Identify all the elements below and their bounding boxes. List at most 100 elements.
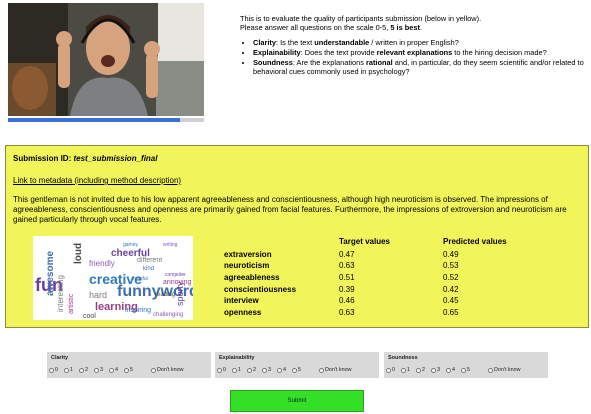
rating-option-2[interactable]: 2	[416, 367, 425, 373]
rating-options: 0 1 2 3 4 5 Don't know	[49, 367, 190, 373]
word-cloud-word: friendly	[89, 259, 115, 268]
trait-name: agreeableness	[224, 273, 280, 283]
rating-panel-soundness: Soundness 0 1 2 3 4 5 Don't know	[384, 352, 548, 378]
trait-name: interview	[224, 296, 259, 306]
word-cloud-word: helpful	[133, 276, 148, 282]
target-value: 0.46	[339, 296, 355, 306]
target-value: 0.51	[339, 273, 355, 283]
radio-icon[interactable]	[109, 367, 114, 373]
predicted-value: 0.49	[443, 249, 459, 259]
trait-values-table: Target values Predicted values extravers…	[224, 237, 507, 319]
rating-option-4[interactable]: 4	[109, 367, 118, 373]
trait-name: neuroticism	[224, 261, 270, 271]
radio-icon[interactable]	[64, 367, 69, 373]
radio-icon[interactable]	[319, 367, 324, 373]
word-cloud-word: interesting	[56, 275, 65, 312]
rating-option-1[interactable]: 1	[401, 367, 410, 373]
rating-option-5[interactable]: 5	[461, 367, 470, 373]
rating-option-3[interactable]: 3	[262, 367, 271, 373]
metadata-link[interactable]: Link to metadata (including method descr…	[13, 176, 181, 186]
rating-option-dont-know[interactable]: Don't know	[319, 367, 352, 373]
predicted-value: 0.45	[443, 296, 459, 306]
criterion-clarity: Clarity: Is the text understandable / wr…	[253, 38, 585, 47]
rating-option-3[interactable]: 3	[431, 367, 440, 373]
rating-option-1[interactable]: 1	[64, 367, 73, 373]
submission-panel: Submission ID: test_submission_final Lin…	[5, 145, 589, 328]
video-progress-bar[interactable]	[8, 118, 204, 122]
target-value: 0.39	[339, 284, 355, 294]
rating-option-5[interactable]: 5	[292, 367, 301, 373]
word-cloud-word: hard	[89, 290, 107, 300]
radio-icon[interactable]	[217, 367, 222, 373]
radio-icon[interactable]	[94, 367, 99, 373]
radio-icon[interactable]	[79, 367, 84, 373]
rating-option-0[interactable]: 0	[386, 367, 395, 373]
rating-option-0[interactable]: 0	[217, 367, 226, 373]
submission-id: Submission ID: test_submission_final	[13, 154, 158, 163]
video-progress-fill	[8, 118, 181, 122]
video-player[interactable]	[8, 3, 204, 116]
radio-icon[interactable]	[416, 367, 421, 373]
rating-option-2[interactable]: 2	[247, 367, 256, 373]
target-value: 0.63	[339, 261, 355, 271]
criterion-explainability: Explainability: Does the text provide re…	[253, 48, 585, 57]
rating-panel-clarity: Clarity 0 1 2 3 4 5 Don't know	[47, 352, 211, 378]
rating-option-2[interactable]: 2	[79, 367, 88, 373]
trait-row: agreeableness 0.51 0.52	[224, 272, 507, 284]
word-cloud-word: gamey	[123, 242, 139, 248]
radio-icon[interactable]	[277, 367, 282, 373]
rating-option-dont-know[interactable]: Don't know	[488, 367, 521, 373]
word-cloud-svg: funawesome interesting artisticloudcreativ…	[35, 242, 199, 320]
radio-icon[interactable]	[488, 367, 493, 373]
trait-name: conscientiousness	[224, 284, 297, 294]
word-cloud-word: inspiring	[125, 307, 151, 314]
rating-option-dont-know[interactable]: Don't know	[151, 367, 184, 373]
trait-row: conscientiousness 0.39 0.42	[224, 284, 507, 296]
submit-button[interactable]: Submit	[230, 390, 364, 412]
rating-option-3[interactable]: 3	[94, 367, 103, 373]
rating-option-0[interactable]: 0	[49, 367, 58, 373]
trait-name: openness	[224, 307, 262, 317]
radio-icon[interactable]	[49, 367, 54, 373]
video-frame-image	[8, 3, 204, 116]
rating-option-5[interactable]: 5	[124, 367, 133, 373]
radio-icon[interactable]	[401, 367, 406, 373]
rating-option-4[interactable]: 4	[277, 367, 286, 373]
rating-panel-explainability: Explainability 0 1 2 3 4 5 Don't know	[215, 352, 379, 378]
criteria-list: Clarity: Is the text understandable / wr…	[240, 38, 585, 77]
intro-line-2: Please answer all questions on the scale…	[240, 23, 423, 33]
radio-icon[interactable]	[151, 367, 156, 373]
radio-icon[interactable]	[232, 367, 237, 373]
predicted-value: 0.42	[443, 284, 459, 294]
word-cloud-word: loud	[73, 243, 84, 264]
trait-row: openness 0.63 0.65	[224, 307, 507, 319]
radio-icon[interactable]	[247, 367, 252, 373]
submission-explanation: This gentleman is not invited due to his…	[13, 195, 567, 224]
predicted-value: 0.52	[443, 273, 459, 283]
radio-icon[interactable]	[446, 367, 451, 373]
rating-options: 0 1 2 3 4 5 Don't know	[217, 367, 358, 373]
rating-options: 0 1 2 3 4 5 Don't know	[386, 367, 527, 373]
word-cloud-word: writing	[163, 242, 178, 248]
word-cloud-word: challenging	[153, 312, 183, 318]
radio-icon[interactable]	[461, 367, 466, 373]
predicted-value: 0.65	[443, 307, 459, 317]
word-cloud-word: cool	[83, 313, 96, 320]
criterion-soundness: Soundness: Are the explanations rational…	[253, 58, 585, 77]
word-cloud-word: computer	[165, 272, 186, 278]
rating-option-4[interactable]: 4	[446, 367, 455, 373]
word-cloud-word: artistic	[68, 293, 75, 314]
radio-icon[interactable]	[431, 367, 436, 373]
word-cloud-image: fun awesome interesting artistic loud creativ…	[33, 236, 199, 320]
radio-icon[interactable]	[262, 367, 267, 373]
rating-title: Explainability	[219, 355, 255, 361]
target-value: 0.47	[339, 249, 355, 259]
radio-icon[interactable]	[292, 367, 297, 373]
radio-icon[interactable]	[124, 367, 129, 373]
radio-icon[interactable]	[386, 367, 391, 373]
rating-option-1[interactable]: 1	[232, 367, 241, 373]
word-cloud-word: awesome	[45, 251, 56, 296]
predicted-value: 0.53	[443, 261, 459, 271]
col-target-header: Target values	[339, 237, 390, 247]
target-value: 0.63	[339, 307, 355, 317]
